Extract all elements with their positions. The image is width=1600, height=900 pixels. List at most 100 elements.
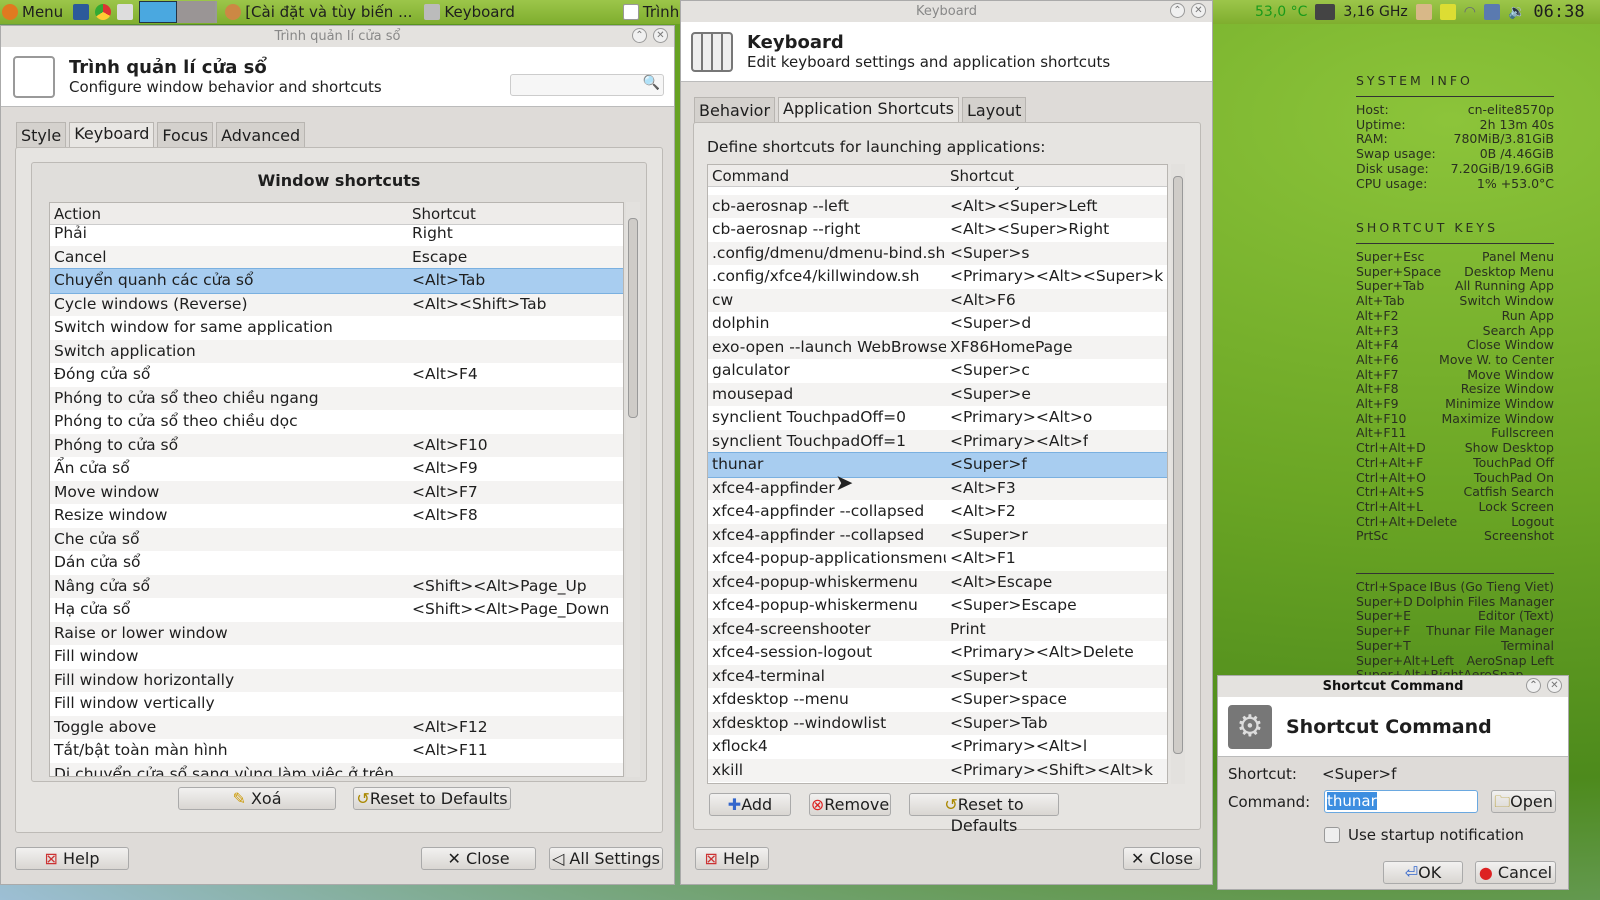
table-row[interactable]: synclient TouchpadOff=0 <Primary><Alt>o bbox=[708, 406, 1167, 430]
table-row[interactable]: mousepad <Super>e bbox=[708, 382, 1167, 406]
wifi-icon[interactable]: ◠ bbox=[1464, 4, 1476, 20]
table-row[interactable]: Raise or lower window bbox=[50, 621, 623, 645]
table-row[interactable]: Cancel Escape bbox=[50, 245, 623, 269]
tab-advanced[interactable]: Advanced bbox=[216, 122, 306, 148]
table-row[interactable]: cb-aerosnap --right <Alt><Super>Right bbox=[708, 218, 1167, 242]
tab-application-shortcuts[interactable]: Application Shortcuts bbox=[778, 97, 960, 123]
table-row[interactable]: Cycle windows (Reverse) <Alt><Shift>Tab bbox=[50, 292, 623, 316]
reset-defaults-button[interactable]: ↺Reset to Defaults bbox=[909, 793, 1059, 835]
table-row[interactable]: synclient TouchpadOff=1 <Primary><Alt>f bbox=[708, 429, 1167, 453]
maximize-button[interactable]: ⌃ bbox=[1526, 678, 1541, 693]
table-row[interactable]: thunar <Super>f bbox=[708, 452, 1167, 478]
add-button[interactable]: ✚Add bbox=[709, 793, 791, 816]
close-window-button[interactable]: ✕ bbox=[1547, 678, 1562, 693]
maximize-button[interactable]: ⌃ bbox=[632, 28, 647, 43]
table-row[interactable]: exo-open --launch WebBrowser XF86HomePage bbox=[708, 335, 1167, 359]
table-row[interactable]: Resize window <Alt>F8 bbox=[50, 504, 623, 528]
close-button[interactable]: ✕ Close bbox=[1123, 847, 1201, 870]
table-row[interactable]: xfce4-terminal <Super>t bbox=[708, 664, 1167, 688]
help-button[interactable]: ⊠ Help bbox=[695, 847, 769, 870]
column-shortcut[interactable]: Shortcut bbox=[946, 165, 1014, 186]
startup-notification-checkbox[interactable]: Use startup notification bbox=[1324, 826, 1524, 844]
all-settings-button[interactable]: ◁ All Settings bbox=[549, 847, 663, 870]
table-row[interactable]: Switch window for same application bbox=[50, 316, 623, 340]
table-row[interactable]: Fill window vertically bbox=[50, 692, 623, 716]
table-row[interactable]: dolphin <Super>d bbox=[708, 312, 1167, 336]
menu-button[interactable]: Menu bbox=[0, 3, 65, 21]
tab-focus[interactable]: Focus bbox=[157, 122, 214, 148]
table-row[interactable]: Phóng to cửa sổ theo chiều ngang bbox=[50, 386, 623, 410]
table-row[interactable]: cb-aerosnap --left <Alt><Super>Left bbox=[708, 194, 1167, 218]
close-window-button[interactable]: ✕ bbox=[1191, 3, 1206, 18]
command-input[interactable]: thunar bbox=[1324, 790, 1478, 813]
table-row[interactable]: Đóng cửa sổ <Alt>F4 bbox=[50, 363, 623, 387]
table-row[interactable]: xfce4-popup-whiskermenu <Super>Escape bbox=[708, 594, 1167, 618]
scrollbar-thumb[interactable] bbox=[1173, 176, 1183, 754]
table-row[interactable]: Nâng cửa sổ <Shift><Alt>Page_Up bbox=[50, 574, 623, 598]
scrollbar[interactable] bbox=[1171, 164, 1185, 784]
reset-defaults-button[interactable]: ↺Reset to Defaults bbox=[353, 787, 511, 810]
table-row[interactable]: Switch application bbox=[50, 339, 623, 363]
title-bar[interactable]: Keyboard ⌃ ✕ bbox=[681, 1, 1212, 22]
clear-button[interactable]: ✎ Xoá bbox=[178, 787, 336, 810]
help-button[interactable]: ⊠ Help bbox=[15, 847, 129, 870]
table-row[interactable]: xfce4-appfinder --collapsed <Super>r bbox=[708, 523, 1167, 547]
table-row[interactable]: xfce4-popup-applicationsmenu <Alt>F1 bbox=[708, 547, 1167, 571]
table-row[interactable]: xfce4-popup-whiskermenu <Alt>Escape bbox=[708, 570, 1167, 594]
table-row[interactable]: Toggle above <Alt>F12 bbox=[50, 715, 623, 739]
table-row[interactable]: cw <Alt>F6 bbox=[708, 288, 1167, 312]
tab-layout[interactable]: Layout bbox=[962, 97, 1027, 123]
table-row[interactable]: galculator <Super>c bbox=[708, 359, 1167, 383]
chrome-launcher-icon[interactable] bbox=[95, 4, 112, 20]
task-settings[interactable]: [Cài đặt và tùy biến ... bbox=[223, 3, 414, 21]
files-launcher-icon[interactable] bbox=[73, 4, 90, 20]
column-command[interactable]: Command bbox=[708, 165, 946, 186]
table-row[interactable]: xfce4-session-logout <Primary><Alt>Delete bbox=[708, 641, 1167, 665]
scrollbar[interactable] bbox=[626, 202, 640, 777]
battery-icon[interactable] bbox=[1483, 4, 1500, 20]
maximize-button[interactable]: ⌃ bbox=[1170, 3, 1185, 18]
close-window-button[interactable]: ✕ bbox=[653, 28, 668, 43]
table-row[interactable]: Hạ cửa sổ <Shift><Alt>Page_Down bbox=[50, 598, 623, 622]
table-row[interactable]: xfce4-appfinder --collapsed <Alt>F2 bbox=[708, 500, 1167, 524]
column-action[interactable]: Action bbox=[50, 203, 408, 224]
table-row[interactable]: Fill window horizontally bbox=[50, 668, 623, 692]
checkbox[interactable] bbox=[1324, 827, 1340, 843]
clipboard-icon[interactable] bbox=[1415, 4, 1432, 20]
table-row[interactable]: xfdesktop --menu <Super>space bbox=[708, 688, 1167, 712]
close-button[interactable]: ✕ Close bbox=[421, 847, 536, 870]
table-row[interactable]: Tắt/bật toàn màn hình <Alt>F11 bbox=[50, 739, 623, 763]
table-row[interactable]: Phóng to cửa sổ <Alt>F10 bbox=[50, 433, 623, 457]
table-row[interactable]: .config/dmenu/dmenu-bind.sh <Super>s bbox=[708, 241, 1167, 265]
task-keyboard[interactable]: Keyboard bbox=[422, 3, 517, 21]
table-row[interactable]: .config/xfce4/killwindow.sh <Primary><Alt… bbox=[708, 265, 1167, 289]
file-manager-launcher-icon[interactable] bbox=[117, 4, 134, 20]
tab-behavior[interactable]: Behavior bbox=[694, 97, 776, 123]
title-bar[interactable]: Trình quản lí cửa sổ ⌃ ✕ bbox=[1, 26, 674, 47]
title-bar[interactable]: Shortcut Command ⌃ ✕ bbox=[1218, 676, 1568, 697]
scrollbar-thumb[interactable] bbox=[628, 218, 638, 418]
table-row[interactable]: xkill <Primary><Shift><Alt>k bbox=[708, 758, 1167, 782]
table-row[interactable]: Ẩn cửa sổ <Alt>F9 bbox=[50, 457, 623, 481]
workspace-switcher[interactable] bbox=[139, 1, 218, 23]
cancel-button[interactable]: ● Cancel bbox=[1475, 861, 1556, 884]
column-shortcut[interactable]: Shortcut bbox=[408, 203, 476, 224]
table-row[interactable]: xfce4-appfinder <Alt>F3 bbox=[708, 476, 1167, 500]
table-row[interactable]: Dán cửa sổ bbox=[50, 551, 623, 575]
table-row[interactable]: Phóng to cửa sổ theo chiều dọc bbox=[50, 410, 623, 434]
table-row[interactable]: xflock4 <Primary><Alt>l bbox=[708, 735, 1167, 759]
tab-style[interactable]: Style bbox=[16, 122, 67, 148]
ok-button[interactable]: ⏎OK bbox=[1383, 861, 1463, 884]
table-row[interactable]: Phải Right bbox=[50, 222, 623, 246]
tab-keyboard[interactable]: Keyboard bbox=[69, 122, 155, 148]
open-button[interactable]: 🗀Open bbox=[1491, 790, 1556, 813]
network-manager-icon[interactable] bbox=[1439, 4, 1456, 20]
search-input[interactable]: 🔍 bbox=[510, 74, 664, 96]
cpu-graph-icon[interactable] bbox=[1315, 4, 1336, 20]
table-row[interactable]: Chuyển quanh các cửa sổ <Alt>Tab bbox=[50, 268, 623, 294]
table-row[interactable]: xfdesktop --windowlist <Super>Tab bbox=[708, 711, 1167, 735]
table-row[interactable]: Fill window bbox=[50, 645, 623, 669]
remove-button[interactable]: ⊗Remove bbox=[809, 793, 891, 816]
clock[interactable]: 06:38 bbox=[1533, 2, 1584, 22]
table-row[interactable]: xfce4-screenshooter Print bbox=[708, 617, 1167, 641]
